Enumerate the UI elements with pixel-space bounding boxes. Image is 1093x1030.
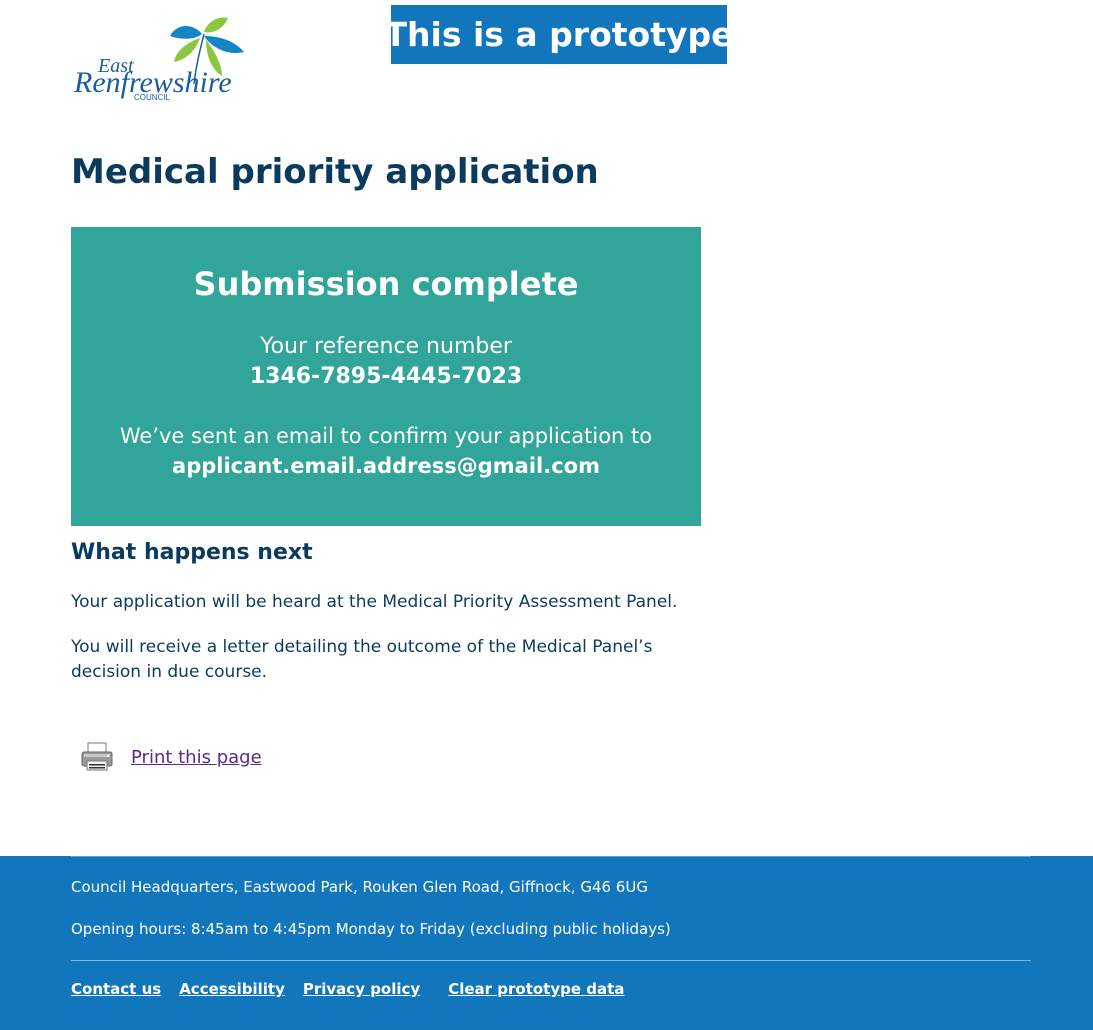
footer-links: Contact us Accessibility Privacy policy … — [71, 980, 624, 998]
email-address: applicant.email.address@gmail.com — [172, 454, 600, 478]
next-steps-heading: What happens next — [71, 540, 313, 565]
footer-link-privacy[interactable]: Privacy policy — [303, 980, 420, 998]
site-header: East Renfrewshire COUNCIL This is a prot… — [0, 0, 1093, 120]
print-row: Print this page — [80, 740, 262, 774]
printer-icon[interactable] — [80, 742, 114, 772]
east-renfrewshire-logo[interactable]: East Renfrewshire COUNCIL — [72, 14, 258, 102]
footer-divider — [71, 960, 1031, 961]
footer-link-contact[interactable]: Contact us — [71, 980, 161, 998]
prototype-banner: This is a prototype — [385, 5, 733, 64]
footer-hours: Opening hours: 8:45am to 4:45pm Monday t… — [71, 920, 671, 938]
next-steps-paragraph-1: Your application will be heard at the Me… — [71, 592, 678, 612]
page-title: Medical priority application — [71, 152, 599, 192]
email-label: We’ve sent an email to confirm your appl… — [119, 424, 653, 448]
footer-address: Council Headquarters, Eastwood Park, Rou… — [71, 878, 648, 896]
footer-link-clear-prototype-data[interactable]: Clear prototype data — [448, 980, 624, 998]
next-steps-paragraph-2: You will receive a letter detailing the … — [71, 637, 653, 682]
print-page-link[interactable]: Print this page — [131, 747, 262, 768]
site-footer: Council Headquarters, Eastwood Park, Rou… — [0, 856, 1093, 1030]
footer-top-line — [71, 856, 1031, 857]
reference-label: Your reference number — [260, 334, 512, 359]
confirmation-title: Submission complete — [193, 265, 579, 303]
reference-number: 1346-7895-4445-7023 — [249, 364, 523, 389]
footer-link-accessibility[interactable]: Accessibility — [179, 980, 285, 998]
confirmation-panel: Submission complete Your reference numbe… — [71, 227, 701, 526]
svg-text:COUNCIL: COUNCIL — [134, 93, 171, 102]
